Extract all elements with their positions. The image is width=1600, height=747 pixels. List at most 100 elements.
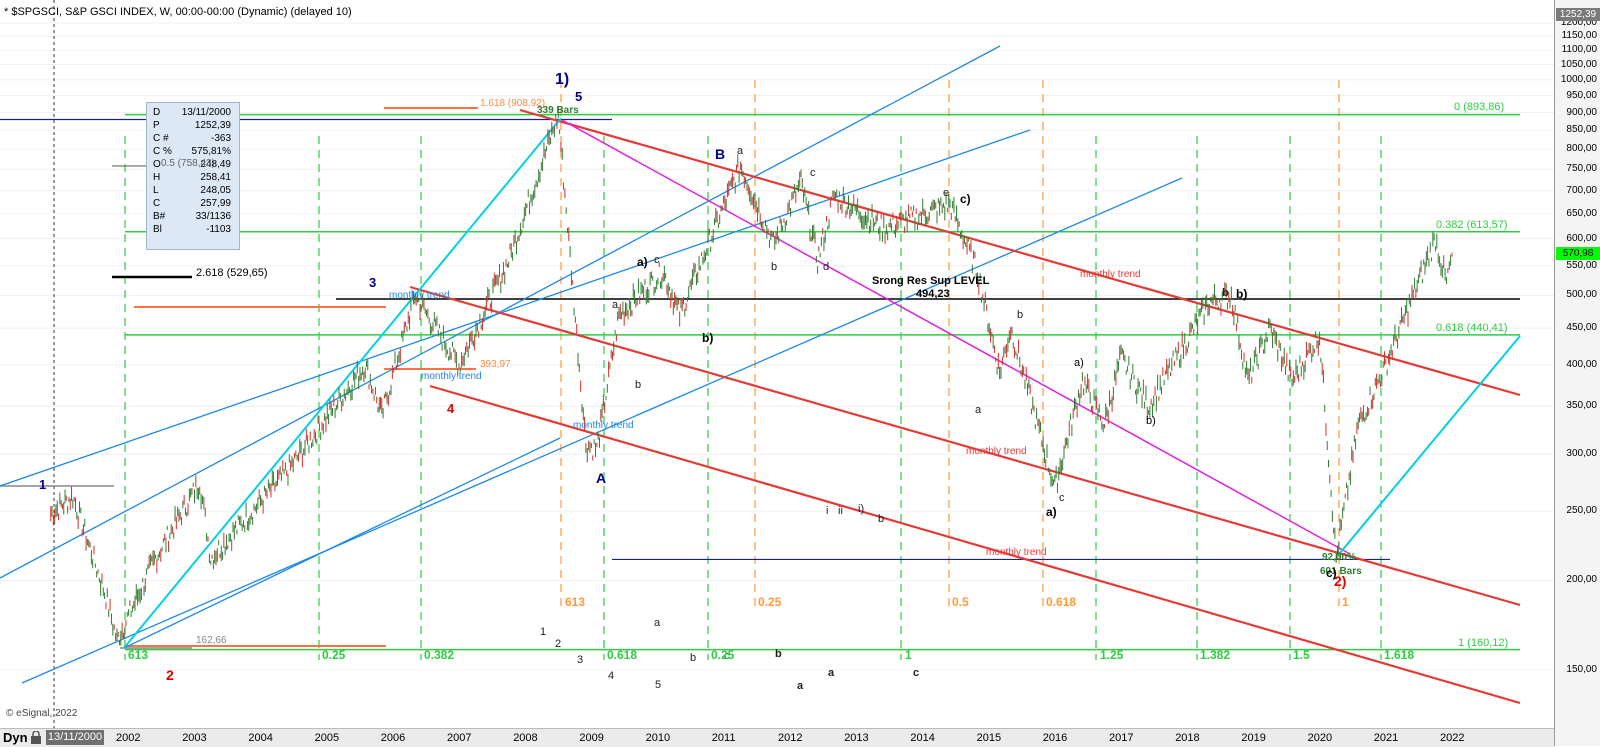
wave-sub-label: a [654, 617, 661, 629]
year-tick-label: 2014 [910, 732, 935, 744]
time-fib-green-label: 0.25 [322, 648, 346, 662]
price-tick-label: 600,00 [1566, 232, 1597, 244]
annotation-wc-8: c) [1326, 566, 1337, 580]
data-window-row: C 257,99 [151, 198, 235, 210]
time-fib-green-label: 0.382 [424, 648, 455, 662]
price-axis[interactable]: 1200,00 1150,00 1100,00 1050,00 1000,00 950,0… [1554, 0, 1600, 746]
data-window: D 13/11/2000 P 1252,39 C # -363 C % 575,81% O 248… [146, 102, 240, 250]
year-tick-label: 2017 [1109, 732, 1134, 744]
year-tick-label: 2007 [447, 732, 472, 744]
wave-sub-label: 3 [577, 654, 584, 666]
annotation-wave-1-left: 1 [39, 477, 47, 492]
dynamic-mode-label[interactable]: Dyn [3, 730, 28, 745]
time-axis[interactable]: Dyn 13/11/2000 2002 2003 2004 2005 2006 2007 2… [0, 728, 1554, 747]
annotation-monthly-trend-6: monthly trend [986, 547, 1047, 558]
wave-sub-label: 2 [555, 638, 562, 650]
red-trend-line [519, 108, 1521, 397]
wave-sub-label: b [635, 379, 642, 391]
wave-sub-label: a [828, 667, 835, 679]
year-tick-label: 2008 [513, 732, 538, 744]
annotation-wc-4: a) [1046, 505, 1057, 519]
wave-sub-label: 4 [608, 670, 615, 682]
price-tick-label: 300,00 [1566, 448, 1597, 460]
data-window-key: B# [153, 211, 166, 222]
price-tick-label: 900,00 [1566, 106, 1597, 118]
wave-sub-label: b [771, 261, 778, 273]
year-tick-label: 2019 [1241, 732, 1266, 744]
wave-sub-label: 1 [540, 626, 547, 638]
annotation-strong-res: Srong Res Sup LEVEL [872, 275, 990, 287]
price-tick-label: 1100,00 [1561, 44, 1597, 56]
data-window-key: L [153, 185, 159, 196]
annotation-price-393: 393,97 [480, 359, 511, 370]
year-tick-label: 2013 [844, 732, 869, 744]
data-window-row: C % 575,81% [151, 146, 235, 158]
data-window-row: D 13/11/2000 [151, 107, 235, 119]
year-tick-label: 2022 [1440, 732, 1465, 744]
chart-window[interactable]: * $SPGSCI, S&P GSCI INDEX, W, 00:00-00:0… [0, 0, 1600, 747]
chart-title: * $SPGSCI, S&P GSCI INDEX, W, 00:00-00:0… [4, 6, 352, 18]
year-tick-label: 2003 [182, 732, 207, 744]
annotation-monthly-trend-1: monthly trend [389, 290, 450, 301]
last-price-tag: 1252,39 [1556, 8, 1600, 21]
year-tick-label: 2004 [248, 732, 273, 744]
blue-channel-line [123, 437, 561, 649]
wave-sub-label: i [826, 505, 829, 517]
data-window-key: C # [153, 133, 169, 144]
annotation-wave-5: 5 [575, 89, 583, 104]
time-fib-green-label: 1 [905, 648, 912, 662]
data-window-row: B# 33/1136 [151, 211, 235, 223]
time-fib-green-label: 613 [128, 648, 149, 662]
wave-sub-label: c [810, 167, 816, 179]
data-window-key: C % [153, 146, 172, 157]
data-window-key: Bl [153, 224, 162, 235]
data-window-value: 33/1136 [195, 211, 231, 222]
price-tick-label: 950,00 [1566, 89, 1597, 101]
copyright-text: © eSignal, 2022 [6, 708, 78, 719]
price-tick-label: 250,00 [1566, 505, 1597, 517]
price-tick-label: 350,00 [1566, 400, 1597, 412]
wave-sub-label: a [612, 299, 619, 311]
annotation-wave-4: 4 [447, 401, 455, 416]
wave-sub-label: c [654, 254, 660, 266]
wave-sub-label: b [1017, 309, 1024, 321]
wave-sub-label: i) [858, 503, 865, 515]
wave-sub-label: d [823, 261, 830, 273]
annotation-monthly-trend-3: monthly trend [573, 420, 634, 431]
current-price-tag: 570,98 [1556, 247, 1600, 261]
overlay-fib-text: 0.5 (758,43) [161, 158, 215, 169]
wave-sub-label: e [943, 187, 950, 199]
annotation-fib-1618-top: 1.618 (908,92) [480, 98, 546, 109]
annotation-wave-1-top: 1) [555, 71, 570, 88]
year-tick-label: 2011 [711, 732, 736, 744]
wave-sub-label: 5 [655, 679, 662, 691]
price-tick-label: 500,00 [1566, 289, 1597, 301]
time-fib-green-label: 0.25 [711, 648, 735, 662]
annotation-wave-A: A [596, 470, 607, 486]
annotation-wc-3: c) [960, 192, 971, 206]
data-window-value: 575,81% [191, 146, 231, 157]
price-tick-label: 800,00 [1566, 143, 1597, 155]
lock-icon[interactable] [30, 731, 42, 744]
data-window-value: -363 [210, 133, 231, 144]
annotation-wc-5: b) [1236, 287, 1248, 301]
time-fib-orange-label: 0.5 [952, 595, 969, 609]
price-tick-label: 450,00 [1566, 322, 1597, 334]
data-window-value: 257,99 [200, 198, 231, 209]
time-fib-green-label: 1.618 [1384, 648, 1415, 662]
data-window-row: L 248,05 [151, 185, 235, 197]
annotation-wave-B: B [715, 146, 726, 162]
price-tick-label: 700,00 [1566, 184, 1597, 196]
price-tick-label: 200,00 [1566, 574, 1597, 586]
time-fib-green-label: 0.618 [607, 648, 638, 662]
time-fib-orange-label: 0.25 [758, 595, 782, 609]
data-window-row: H 258,41 [151, 172, 235, 184]
time-fib-orange-label: 0.618 [1046, 595, 1077, 609]
data-window-row: P 1252,39 [151, 120, 235, 132]
data-window-key: H [153, 172, 161, 183]
price-tick-label: 1050,00 [1560, 58, 1597, 70]
annotation-pct-92: 92,00% [1322, 552, 1356, 563]
annotation-monthly-trend-5: monthly trend [966, 446, 1027, 457]
year-tick-label: 2018 [1175, 732, 1200, 744]
price-tick-label: 750,00 [1566, 163, 1597, 175]
